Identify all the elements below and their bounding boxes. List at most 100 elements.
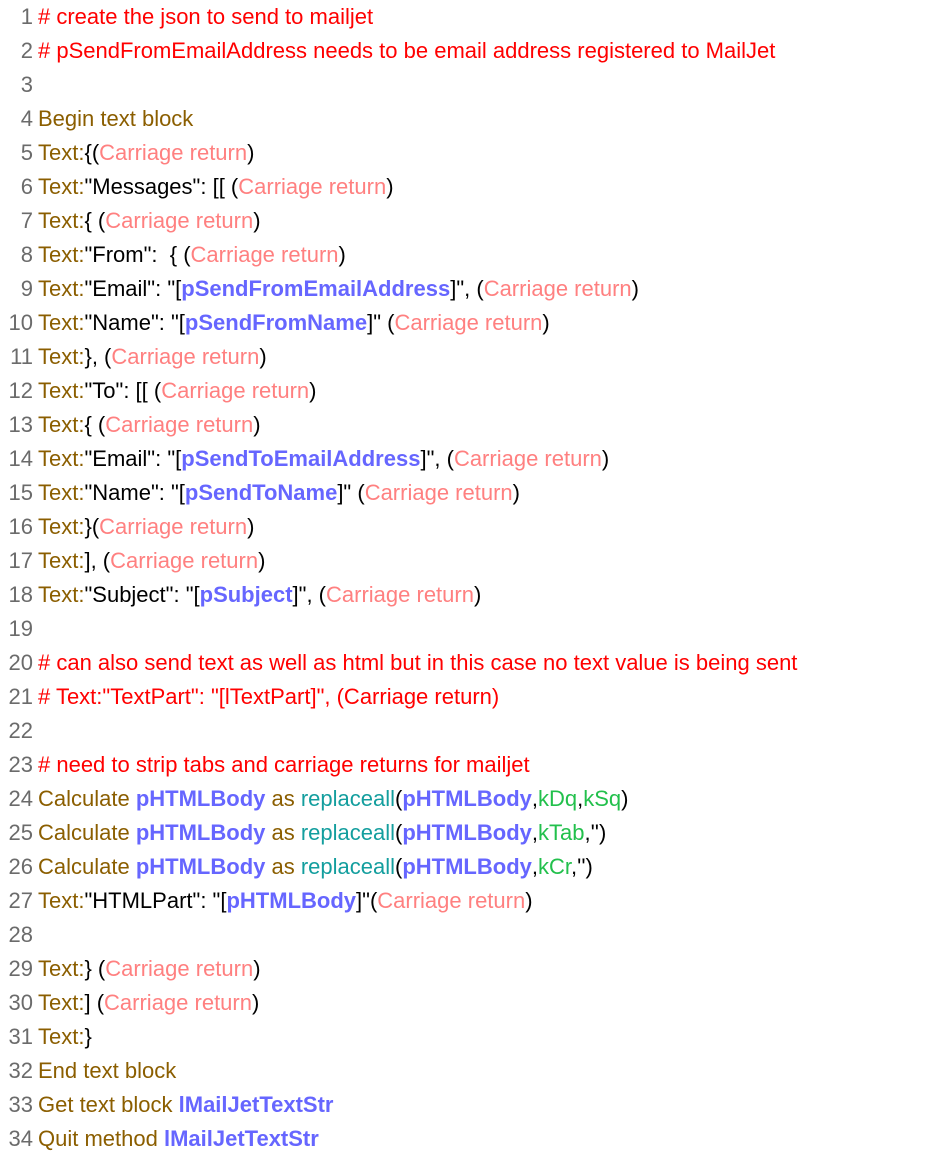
code-content: Text:} (Carriage return) [38, 952, 261, 986]
code-line[interactable]: 28 [0, 918, 925, 952]
line-number: 11 [10, 344, 33, 369]
code-content: Text:"To": [[ (Carriage return) [38, 374, 317, 408]
literal-text: "Messages": [[ ( [84, 174, 239, 199]
code-content: Text:], (Carriage return) [38, 544, 265, 578]
literal-text: } [84, 1024, 92, 1049]
code-line[interactable]: 17 Text:], (Carriage return) [0, 544, 925, 578]
code-line[interactable]: 29 Text:} (Carriage return) [0, 952, 925, 986]
literal-text: "To": [[ ( [84, 378, 162, 403]
code-line[interactable]: 21 # Text:"TextPart": "[lTextPart]", (Car… [0, 680, 925, 714]
code-line[interactable]: 6 Text:"Messages": [[ (Carriage return) [0, 170, 925, 204]
line-number: 14 [8, 446, 33, 471]
variable-name: pSendToEmailAddress [181, 446, 421, 471]
line-number: 21 [8, 684, 33, 709]
literal-text: ) [253, 412, 261, 437]
code-line[interactable]: 14 Text:"Email": "[pSendToEmailAddress]",… [0, 442, 925, 476]
carriage-return-token: Carriage return [326, 582, 474, 607]
code-line[interactable]: 11 Text:}, (Carriage return) [0, 340, 925, 374]
code-content: Text:"Subject": "[pSubject]", (Carriage … [38, 578, 481, 612]
comment: # pSendFromEmailAddress needs to be emai… [38, 38, 776, 63]
line-number: 9 [20, 276, 33, 301]
variable-name: pHTMLBody [402, 854, 532, 879]
code-line[interactable]: 24 Calculate pHTMLBody as replaceall(pHTM… [0, 782, 925, 816]
literal-text: ) [473, 582, 482, 607]
command-keyword: Begin text block [38, 106, 194, 131]
code-line[interactable]: 13 Text:{ (Carriage return) [0, 408, 925, 442]
code-line[interactable]: 26 Calculate pHTMLBody as replaceall(pHTM… [0, 850, 925, 884]
code-line[interactable]: 5 Text:{(Carriage return) [0, 136, 925, 170]
function-name: replaceall [300, 854, 396, 879]
code-line[interactable]: 8 Text:"From": { (Carriage return) [0, 238, 925, 272]
code-editor[interactable]: 1 # create the json to send to mailjet 2 # … [0, 0, 925, 1156]
code-line[interactable]: 19 [0, 612, 925, 646]
code-content: Begin text block [38, 102, 193, 136]
code-line[interactable]: 33 Get text block lMailJetTextStr [0, 1088, 925, 1122]
line-number: 8 [20, 242, 33, 267]
carriage-return-token: Carriage return [104, 990, 252, 1015]
line-number: 24 [8, 786, 33, 811]
code-line[interactable]: 15 Text:"Name": "[pSendToName]" (Carriage… [0, 476, 925, 510]
comment: # can also send text as well as html but… [38, 650, 798, 675]
code-content: Text:"Messages": [[ (Carriage return) [38, 170, 394, 204]
code-line[interactable]: 9 Text:"Email": "[pSendFromEmailAddress]"… [0, 272, 925, 306]
carriage-return-token: Carriage return [99, 514, 248, 539]
variable-name: pHTMLBody [402, 820, 532, 845]
code-line[interactable]: 16 Text:}(Carriage return) [0, 510, 925, 544]
line-number: 26 [8, 854, 33, 879]
code-content: Text:"Email": "[pSendToEmailAddress]", (… [38, 442, 609, 476]
code-line[interactable]: 3 [0, 68, 925, 102]
literal-text: ]", ( [420, 446, 454, 471]
literal-text: ]" ( [337, 480, 365, 505]
code-line[interactable]: 2 # pSendFromEmailAddress needs to be ema… [0, 34, 925, 68]
command-keyword: Text: [38, 1024, 85, 1049]
code-line[interactable]: 12 Text:"To": [[ (Carriage return) [0, 374, 925, 408]
command-keyword: Text: [38, 276, 85, 301]
code-content: Calculate pHTMLBody as replaceall(pHTMLB… [38, 850, 593, 884]
command-keyword: Text: [38, 412, 85, 437]
literal-text: } ( [84, 956, 106, 981]
code-content: # Text:"TextPart": "[lTextPart]", (Carri… [38, 680, 499, 714]
variable-name: pSendToName [184, 480, 338, 505]
line-number: 12 [8, 378, 33, 403]
constant-name: kTab [538, 820, 585, 845]
code-line[interactable]: 7 Text:{ (Carriage return) [0, 204, 925, 238]
code-line[interactable]: 1 # create the json to send to mailjet [0, 0, 925, 34]
line-number: 10 [8, 310, 33, 335]
literal-text: ) [309, 378, 317, 403]
code-line[interactable]: 22 [0, 714, 925, 748]
code-line[interactable]: 27 Text:"HTMLPart": "[pHTMLBody]"(Carriag… [0, 884, 925, 918]
variable-name: pHTMLBody [402, 786, 532, 811]
command-keyword: Text: [38, 480, 85, 505]
carriage-return-token: Carriage return [105, 412, 254, 437]
code-content: Text:"HTMLPart": "[pHTMLBody]"(Carriage … [38, 884, 533, 918]
literal-text: ) [386, 174, 394, 199]
carriage-return-token: Carriage return [483, 276, 632, 301]
literal-text: ]", ( [450, 276, 484, 301]
code-line[interactable]: 10 Text:"Name": "[pSendFromName]" (Carria… [0, 306, 925, 340]
code-line[interactable]: 4 Begin text block [0, 102, 925, 136]
carriage-return-token: Carriage return [190, 242, 339, 267]
command-keyword: as [265, 854, 301, 879]
code-line[interactable]: 25 Calculate pHTMLBody as replaceall(pHTM… [0, 816, 925, 850]
literal-text: ) [247, 140, 255, 165]
code-line[interactable]: 30 Text:] (Carriage return) [0, 986, 925, 1020]
code-content: # can also send text as well as html but… [38, 646, 797, 680]
code-line[interactable]: 34 Quit method lMailJetTextStr [0, 1122, 925, 1156]
code-line[interactable]: 23 # need to strip tabs and carriage retu… [0, 748, 925, 782]
command-keyword: Quit method [38, 1126, 164, 1151]
command-keyword: Calculate [38, 786, 136, 811]
command-keyword: End text block [38, 1058, 177, 1083]
literal-text: ) [253, 956, 261, 981]
code-line[interactable]: 18 Text:"Subject": "[pSubject]", (Carriag… [0, 578, 925, 612]
line-number: 4 [20, 106, 33, 131]
line-number: 25 [8, 820, 33, 845]
code-line[interactable]: 32 End text block [0, 1054, 925, 1088]
code-line[interactable]: 20 # can also send text as well as html b… [0, 646, 925, 680]
code-line[interactable]: 31 Text:} [0, 1020, 925, 1054]
line-number: 23 [8, 752, 33, 777]
code-content: Calculate pHTMLBody as replaceall(pHTMLB… [38, 816, 606, 850]
carriage-return-token: Carriage return [161, 378, 310, 403]
line-number: 7 [20, 208, 33, 233]
literal-text: "Email": "[ [84, 446, 182, 471]
comment: # Text:"TextPart": "[lTextPart]", (Carri… [38, 684, 500, 709]
